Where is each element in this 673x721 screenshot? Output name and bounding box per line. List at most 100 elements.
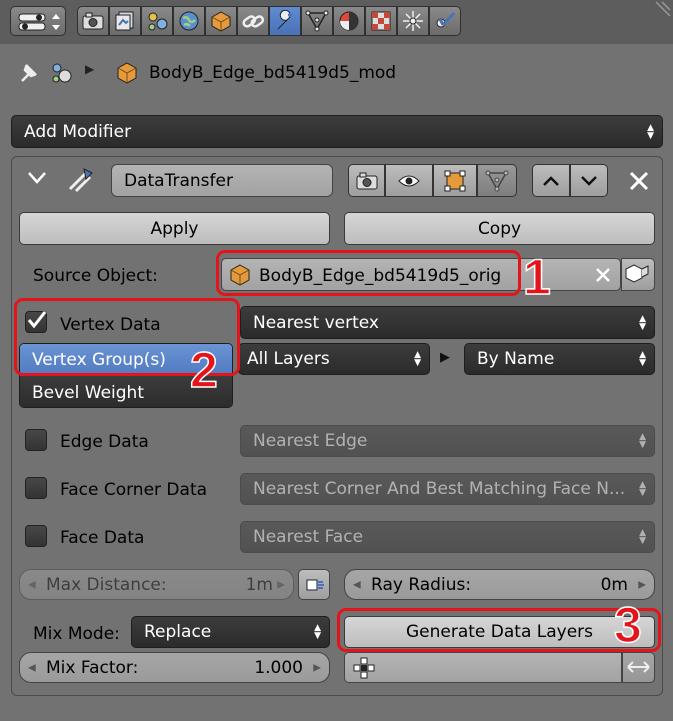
increment-arrow-icon: ▶ <box>638 579 646 590</box>
add-modifier-menu[interactable]: Add Modifier ▲ ▼ <box>11 115 663 148</box>
tab-render-layers[interactable] <box>109 6 141 36</box>
tab-world[interactable] <box>173 6 205 36</box>
physics-icon <box>436 11 456 28</box>
tab-particles[interactable] <box>397 6 429 36</box>
chevron-down-icon <box>581 175 597 186</box>
copy-label: Copy <box>477 218 522 239</box>
move-up-button[interactable] <box>532 164 570 197</box>
scene-icon <box>148 12 168 31</box>
ray-radius-field[interactable]: ◀ Ray Radius: 0m ▶ <box>344 569 655 600</box>
hand-pointer-icon <box>306 579 324 591</box>
breadcrumb-separator-icon: ▶ <box>85 62 95 76</box>
mix-factor-field[interactable]: ◀ Mix Factor: 1.000 ▶ <box>19 652 330 683</box>
annotation-number-3: 3 <box>613 597 642 653</box>
layers-source-dropdown[interactable]: All Layers ▲ ▼ <box>238 343 430 375</box>
source-object-label: Source Object: <box>33 266 158 286</box>
face-corner-data-checkbox[interactable] <box>25 477 47 499</box>
mix-factor-value: 1.000 <box>254 657 303 678</box>
max-distance-value: 1m <box>245 574 273 595</box>
bevel-weight-label: Bevel Weight <box>32 382 144 403</box>
face-corner-mapping-value: Nearest Corner And Best Matching Face N.… <box>253 479 626 499</box>
face-corner-mapping-dropdown[interactable]: Nearest Corner And Best Matching Face N.… <box>240 473 655 505</box>
chevron-up-icon <box>543 175 559 186</box>
edge-mapping-value: Nearest Edge <box>253 431 368 451</box>
mesh-vertices-icon <box>485 170 509 191</box>
object-cube-icon <box>117 62 137 84</box>
dropdown-arrows-icon: ▲ ▼ <box>639 350 646 368</box>
face-corner-data-label: Face Corner Data <box>60 480 208 500</box>
increment-arrow-icon: ▶ <box>313 662 321 673</box>
data-transfer-icon <box>68 168 93 193</box>
dropdown-arrows-icon: ▲ ▼ <box>414 350 421 368</box>
breadcrumb-object-name: BodyB_Edge_bd5419d5_mod <box>149 63 397 83</box>
eye-icon <box>398 175 420 186</box>
object-cube-icon <box>211 11 231 32</box>
edge-data-checkbox[interactable] <box>25 429 47 451</box>
corner-grip-icon <box>655 1 671 17</box>
render-layers-icon <box>115 11 134 31</box>
tab-render[interactable] <box>77 6 109 36</box>
scene-data-icon <box>52 63 72 83</box>
tab-object[interactable] <box>205 6 237 36</box>
invert-vertex-group-button[interactable] <box>622 652 655 683</box>
tab-texture[interactable] <box>365 6 397 36</box>
vertex-mapping-dropdown[interactable]: Nearest vertex ▲ ▼ <box>240 306 655 339</box>
mesh-vertices-icon <box>305 10 329 32</box>
add-modifier-label: Add Modifier <box>24 121 132 142</box>
camera-icon <box>356 172 377 189</box>
apply-label: Apply <box>150 218 199 239</box>
object-picker-icon <box>625 264 649 283</box>
wrench-icon <box>277 10 292 30</box>
tab-material[interactable] <box>333 6 365 36</box>
toggle-viewport-button[interactable] <box>385 164 433 197</box>
toggle-cage-button[interactable] <box>477 164 517 197</box>
annotation-number-1: 1 <box>522 249 551 305</box>
face-mapping-dropdown[interactable]: Nearest Face ▲ ▼ <box>240 521 655 553</box>
max-distance-field[interactable]: ◀ Max Distance: 1m ▶ <box>19 569 294 600</box>
header-corner-widget[interactable] <box>652 0 673 20</box>
vertex-group-icon <box>353 657 375 679</box>
decrement-arrow-icon: ◀ <box>28 579 36 590</box>
use-max-distance-toggle[interactable] <box>298 569 330 600</box>
vertex-mapping-value: Nearest vertex <box>253 312 379 333</box>
ray-radius-label: Ray Radius: <box>371 574 472 595</box>
tab-modifiers[interactable] <box>269 6 301 36</box>
modifier-name-input[interactable]: DataTransfer <box>111 164 333 197</box>
arrows-left-right-icon <box>627 661 650 673</box>
object-picker-button[interactable] <box>621 258 655 291</box>
mix-mode-label: Mix Mode: <box>33 624 120 644</box>
collapse-chevron-icon[interactable] <box>27 170 47 188</box>
modifier-name-text: DataTransfer <box>124 170 233 191</box>
dropdown-arrows-icon: ▲ ▼ <box>639 528 646 546</box>
dropdown-arrows-icon: ▲ ▼ <box>639 313 646 332</box>
copy-button[interactable]: Copy <box>344 212 655 245</box>
mix-mode-dropdown[interactable]: Replace ▲ ▼ <box>131 616 330 648</box>
toggle-render-button[interactable] <box>348 164 385 197</box>
decrement-arrow-icon: ◀ <box>28 662 36 673</box>
clear-field-icon[interactable] <box>594 266 612 284</box>
toggle-editmode-button[interactable] <box>433 164 477 197</box>
pin-icon[interactable] <box>14 59 42 87</box>
layers-match-dropdown[interactable]: By Name ▲ ▼ <box>464 343 655 375</box>
apply-button[interactable]: Apply <box>19 212 330 245</box>
dropdown-arrows-icon: ▲ ▼ <box>639 480 646 498</box>
max-distance-label: Max Distance: <box>46 574 167 595</box>
tab-object-data[interactable] <box>301 6 333 36</box>
vertex-group-field[interactable] <box>344 652 622 683</box>
tab-constraints[interactable] <box>237 6 269 36</box>
move-down-button[interactable] <box>570 164 608 197</box>
mix-mode-value: Replace <box>144 622 212 642</box>
dropdown-arrows-icon: ▲ ▼ <box>639 432 646 450</box>
face-data-checkbox[interactable] <box>25 525 47 547</box>
face-mapping-value: Nearest Face <box>253 527 364 547</box>
editor-type-selector[interactable] <box>10 6 66 36</box>
play-arrow-icon: ▶ <box>440 350 450 365</box>
layers-match-value: By Name <box>477 349 555 369</box>
edge-mapping-dropdown[interactable]: Nearest Edge ▲ ▼ <box>240 425 655 457</box>
remove-modifier-button[interactable] <box>626 168 652 194</box>
dropdown-arrows-icon: ▲ ▼ <box>647 122 654 141</box>
tab-physics[interactable] <box>429 6 461 36</box>
tab-scene[interactable] <box>141 6 173 36</box>
edit-mode-icon <box>444 170 466 191</box>
edge-data-label: Edge Data <box>60 432 149 452</box>
